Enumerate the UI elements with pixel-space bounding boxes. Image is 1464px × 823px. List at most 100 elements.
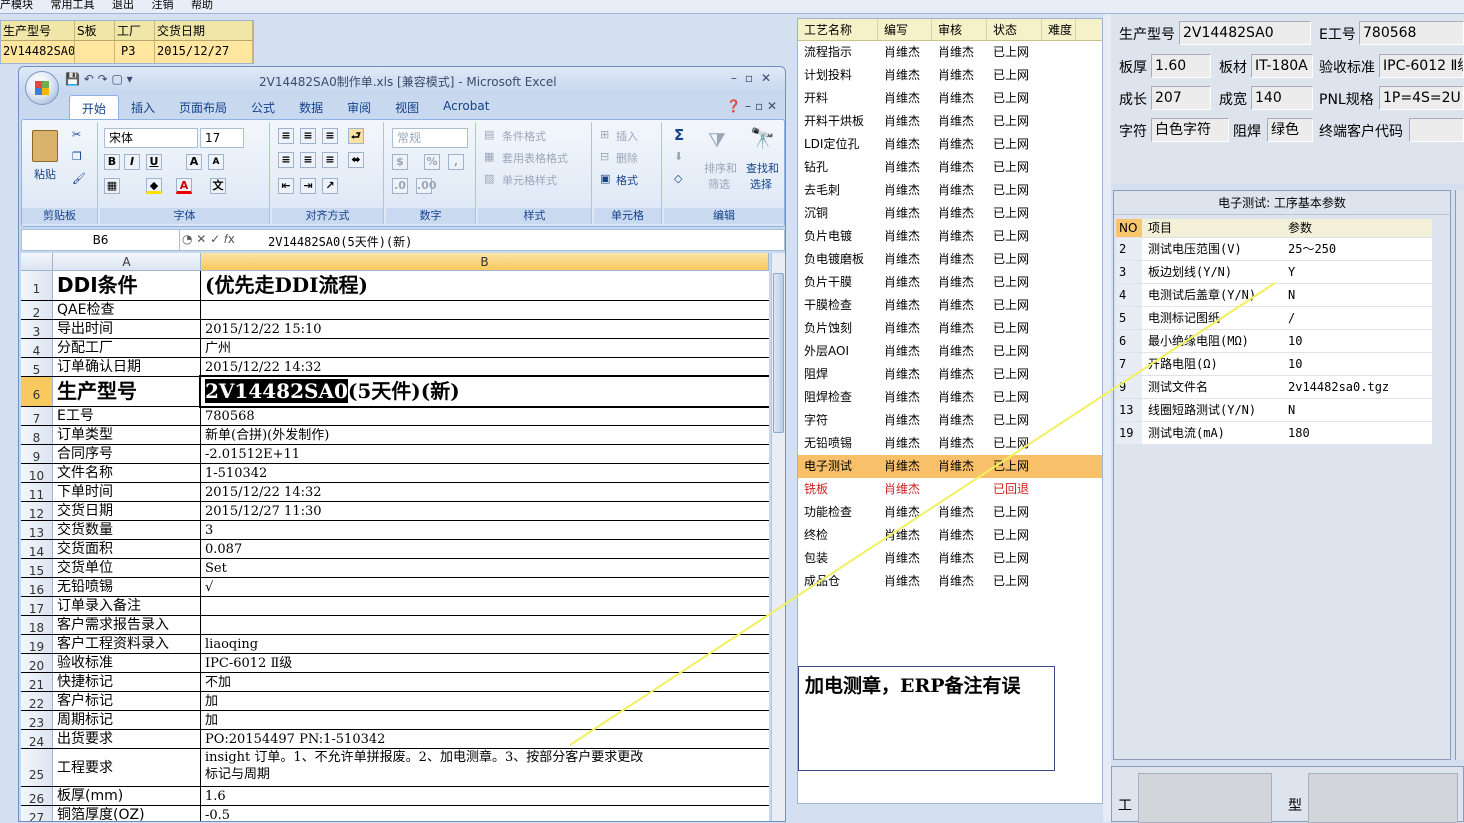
row-header[interactable]: 14 <box>21 540 53 559</box>
cell-b[interactable] <box>201 301 769 319</box>
currency-icon[interactable]: $ <box>392 154 408 170</box>
percent-icon[interactable]: % <box>424 154 440 170</box>
sheet-row[interactable]: 3 导出时间 2015/12/22 15:10 <box>21 320 769 339</box>
sheet-row[interactable]: 9 合同序号 -2.01512E+11 <box>21 445 769 464</box>
process-row[interactable]: 流程指示 肖维杰 肖维杰 已上网 <box>798 41 1102 64</box>
menu-item-logout[interactable]: 注销 <box>152 0 174 11</box>
etest-col-no[interactable]: NO <box>1116 219 1142 238</box>
process-row[interactable]: 负片干膜 肖维杰 肖维杰 已上网 <box>798 271 1102 294</box>
copy-icon[interactable]: ❐ <box>72 150 82 163</box>
process-row[interactable]: 干膜检查 肖维杰 肖维杰 已上网 <box>798 294 1102 317</box>
menu-item-exit[interactable]: 退出 <box>112 0 134 11</box>
align-right-icon[interactable]: ≡ <box>322 152 338 168</box>
tab-home[interactable]: 开始 <box>69 95 120 119</box>
row-header[interactable]: 10 <box>21 464 53 483</box>
cell-a[interactable]: 验收标准 <box>53 654 201 672</box>
fill-color-icon[interactable]: ◆ <box>146 178 162 194</box>
tab-review[interactable]: 审阅 <box>335 95 383 119</box>
process-row[interactable]: 终检 肖维杰 肖维杰 已上网 <box>798 524 1102 547</box>
cell-a[interactable]: 交货面积 <box>53 540 201 558</box>
find-select-icon[interactable]: 🔭 <box>750 126 775 150</box>
cell-b[interactable]: 3 <box>201 521 769 539</box>
sheet-row[interactable]: 21 快捷标记 不加 <box>21 673 769 692</box>
cell-b[interactable]: 2015/12/22 15:10 <box>201 320 769 338</box>
soldermask-field[interactable]: 绿色 <box>1267 118 1313 142</box>
merge-center-icon[interactable]: ⬌ <box>348 152 364 168</box>
cell-a[interactable]: E工号 <box>53 407 201 425</box>
tab-insert[interactable]: 插入 <box>119 95 167 119</box>
cell-a[interactable]: 文件名称 <box>53 464 201 482</box>
sheet-row[interactable]: 16 无铅喷锡 √ <box>21 578 769 597</box>
etest-row[interactable]: 7 开路电阻(Ω) 10 <box>1116 352 1432 376</box>
sheet-row[interactable]: 15 交货单位 Set <box>21 559 769 578</box>
col-difficulty[interactable]: 难度 <box>1042 19 1076 40</box>
row-header[interactable]: 13 <box>21 521 53 540</box>
insert-cells-icon[interactable]: ⊞ <box>600 128 609 141</box>
cell-a[interactable]: 交货日期 <box>53 502 201 520</box>
process-row[interactable]: 阻焊检查 肖维杰 肖维杰 已上网 <box>798 386 1102 409</box>
paste-icon[interactable] <box>32 130 58 162</box>
col-factory[interactable]: 工厂 <box>115 21 155 40</box>
paste-button[interactable]: 粘贴 <box>34 166 56 182</box>
select-all-corner[interactable] <box>21 253 53 271</box>
delete-cells-button[interactable]: 删除 <box>616 150 638 166</box>
row-header[interactable]: 7 <box>21 407 53 426</box>
row-header[interactable]: 9 <box>21 445 53 464</box>
etest-row[interactable]: 3 板边划线(Y/N) Y <box>1116 260 1432 284</box>
phonetic-icon[interactable]: 文 <box>210 178 226 194</box>
sheet-row[interactable]: 1 DDI条件 (优先走DDI流程) <box>21 271 769 301</box>
process-row[interactable]: 成品仓 肖维杰 肖维杰 已上网 <box>798 570 1102 593</box>
process-row[interactable]: 包装 肖维杰 肖维杰 已上网 <box>798 547 1102 570</box>
model-box[interactable] <box>1308 773 1458 823</box>
cell-a[interactable]: 板厚(mm) <box>53 787 201 805</box>
row-header[interactable]: 21 <box>21 673 53 692</box>
cell-style-button[interactable]: 单元格样式 <box>502 172 557 188</box>
delete-cells-icon[interactable]: ⊟ <box>600 150 609 163</box>
standard-field[interactable]: IPC-6012 Ⅱ级 <box>1379 54 1464 78</box>
cell-a[interactable]: 订单类型 <box>53 426 201 444</box>
process-row[interactable]: 去毛刺 肖维杰 肖维杰 已上网 <box>798 179 1102 202</box>
row-header[interactable]: 17 <box>21 597 53 616</box>
sheet-row[interactable]: 18 客户需求报告录入 <box>21 616 769 635</box>
row-header[interactable]: 20 <box>21 654 53 673</box>
menu-item-tools[interactable]: 常用工具 <box>51 0 95 11</box>
decrease-indent-icon[interactable]: ⇤ <box>278 178 294 194</box>
cell-a[interactable]: 交货数量 <box>53 521 201 539</box>
align-left-icon[interactable]: ≡ <box>278 152 294 168</box>
tab-view[interactable]: 视图 <box>383 95 431 119</box>
window-buttons[interactable]: –▫✕ <box>731 71 779 85</box>
sheet-row[interactable]: 25 工程要求 insight 订单。1、不允许单拼报废。2、加电测章。3、按部分客… <box>21 749 769 787</box>
cell-b[interactable]: PO:20154497 PN:1-510342 <box>201 730 769 748</box>
bold-icon[interactable]: B <box>104 154 120 170</box>
model-field[interactable]: 2V14482SA0 <box>1179 21 1311 45</box>
font-size-combo[interactable]: 17 <box>200 128 244 148</box>
process-row[interactable]: 负片电镀 肖维杰 肖维杰 已上网 <box>798 225 1102 248</box>
wrap-text-icon[interactable]: ⮐ <box>348 128 364 144</box>
insert-cells-button[interactable]: 插入 <box>616 128 638 144</box>
cell-b[interactable]: IPC-6012 Ⅱ级 <box>201 654 769 672</box>
menu-item-help[interactable]: 帮助 <box>191 0 213 11</box>
cell-a[interactable]: 下单时间 <box>53 483 201 501</box>
etest-row[interactable]: 4 电测试后盖章(Y/N) N <box>1116 283 1432 307</box>
etest-row[interactable]: 9 测试文件名 2v14482sa0.tgz <box>1116 375 1432 399</box>
row-header[interactable]: 22 <box>21 692 53 711</box>
format-cells-icon[interactable]: ▣ <box>600 172 610 185</box>
row-header[interactable]: 27 <box>21 806 53 821</box>
process-row[interactable]: 沉铜 肖维杰 肖维杰 已上网 <box>798 202 1102 225</box>
row-header[interactable]: 6 <box>21 377 53 406</box>
tab-acrobat[interactable]: Acrobat <box>431 95 501 119</box>
sheet-row[interactable]: 7 E工号 780568 <box>21 407 769 426</box>
column-header-b[interactable]: B <box>201 253 769 271</box>
process-row[interactable]: 无铅喷锡 肖维杰 肖维杰 已上网 <box>798 432 1102 455</box>
row-header[interactable]: 25 <box>21 749 53 786</box>
etest-col-param[interactable]: 参数 <box>1282 219 1432 238</box>
process-row[interactable]: LDI定位孔 肖维杰 肖维杰 已上网 <box>798 133 1102 156</box>
row-header[interactable]: 11 <box>21 483 53 502</box>
cell-b[interactable]: Set <box>201 559 769 577</box>
decrease-decimal-icon[interactable]: .00 <box>416 178 437 194</box>
find-select-label-1[interactable]: 查找和 <box>746 160 779 176</box>
cell-b[interactable]: 新单(合拼)(外发制作) <box>201 426 769 444</box>
quick-access-toolbar[interactable]: 💾 ↶ ↷ ▢ ▾ <box>65 72 133 86</box>
row-header[interactable]: 3 <box>21 320 53 339</box>
cell-a[interactable]: 生产型号 <box>53 377 201 406</box>
